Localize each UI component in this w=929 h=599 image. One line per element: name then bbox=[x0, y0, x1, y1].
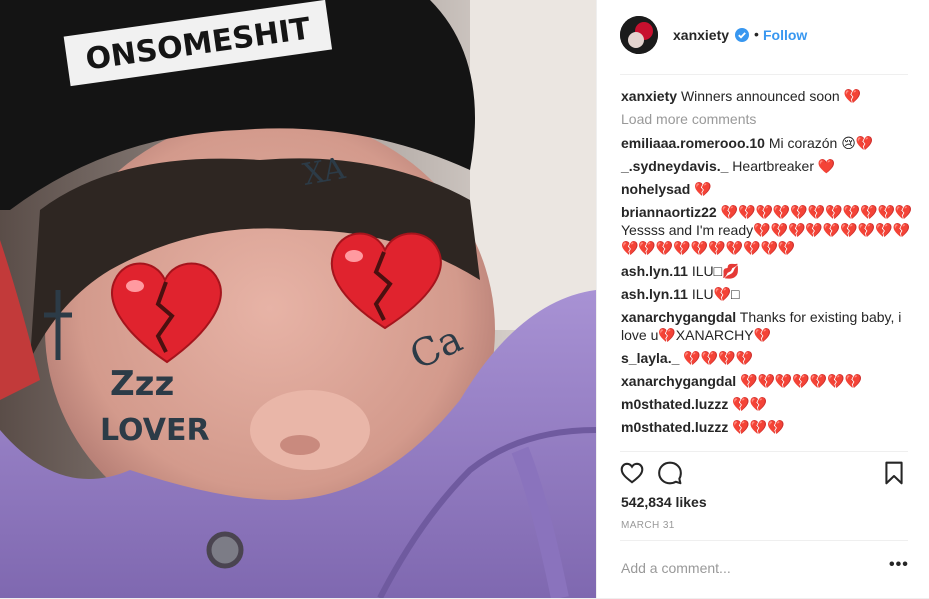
comment-text: ILU💔□ bbox=[691, 286, 740, 302]
comment: m0sthated.luzzz 💔💔 bbox=[621, 395, 913, 413]
comment-username[interactable]: nohelysad bbox=[621, 181, 690, 197]
comment-username[interactable]: _.sydneydavis._ bbox=[621, 158, 728, 174]
comment: ash.lyn.11 ILU💔□ bbox=[621, 285, 913, 303]
caption: xanxiety Winners announced soon 💔 bbox=[621, 87, 913, 105]
svg-text:Zzz: Zzz bbox=[110, 364, 174, 404]
comment: briannaortiz22 💔💔💔💔💔💔💔💔💔💔💔Yessss and I'm… bbox=[621, 203, 913, 257]
comment-username[interactable]: xanarchygangdal bbox=[621, 373, 736, 389]
photo-illustration: ONSOMESHIT XA Zzz LOVER Ca bbox=[0, 0, 596, 598]
header-divider bbox=[620, 74, 908, 75]
post-photo[interactable]: ONSOMESHIT XA Zzz LOVER Ca bbox=[0, 0, 596, 598]
likes-count[interactable]: 542,834 likes bbox=[621, 494, 707, 510]
comment: ash.lyn.11 ILU□💋 bbox=[621, 262, 913, 280]
speech-bubble-icon[interactable] bbox=[657, 460, 683, 486]
actions-divider bbox=[620, 451, 908, 452]
comment: xanarchygangdal 💔💔💔💔💔💔💔 bbox=[621, 372, 913, 390]
comment-username[interactable]: m0sthated.luzzz bbox=[621, 419, 728, 435]
comment-text: 💔💔💔 bbox=[732, 419, 785, 435]
comment: xanarchygangdal Thanks for existing baby… bbox=[621, 308, 913, 344]
comment-divider bbox=[620, 540, 908, 541]
svg-text:XA: XA bbox=[300, 151, 348, 193]
comment: nohelysad 💔 bbox=[621, 180, 913, 198]
caption-text: Winners announced soon 💔 bbox=[680, 88, 862, 104]
comment-text: Heartbreaker ❤️ bbox=[732, 158, 836, 174]
comment-username[interactable]: m0sthated.luzzz bbox=[621, 396, 728, 412]
comment-username[interactable]: ash.lyn.11 bbox=[621, 263, 688, 279]
more-options-icon[interactable]: ••• bbox=[889, 556, 909, 574]
heart-outline-icon[interactable] bbox=[619, 460, 645, 486]
comment-username[interactable]: briannaortiz22 bbox=[621, 204, 717, 220]
header-username[interactable]: xanxiety bbox=[673, 27, 729, 43]
comment-text: 💔💔 bbox=[732, 396, 768, 412]
comment: m0sthated.luzzz 💔💔💔 bbox=[621, 418, 913, 436]
post-header: xanxiety • Follow bbox=[597, 0, 929, 74]
comment-text: 💔 bbox=[694, 181, 712, 197]
bookmark-icon[interactable] bbox=[881, 460, 907, 486]
comment: _.sydneydavis._ Heartbreaker ❤️ bbox=[621, 157, 913, 175]
follow-button[interactable]: Follow bbox=[763, 27, 807, 43]
separator-dot: • bbox=[754, 26, 759, 42]
caption-username[interactable]: xanxiety bbox=[621, 88, 677, 104]
instagram-post: ONSOMESHIT XA Zzz LOVER Ca xanxiety • Fo… bbox=[0, 0, 929, 599]
comment-text: ILU□💋 bbox=[691, 263, 740, 279]
comment-text: Mi corazón 😢💔 bbox=[768, 135, 874, 151]
post-side-panel: xanxiety • Follow xanxiety Winners annou… bbox=[596, 0, 929, 598]
avatar-image bbox=[620, 16, 658, 54]
comments-list: xanxiety Winners announced soon 💔 Load m… bbox=[621, 87, 913, 441]
add-comment-input[interactable] bbox=[621, 558, 861, 578]
comment-username[interactable]: xanarchygangdal bbox=[621, 309, 736, 325]
comment: emiliaaa.romerooo.10 Mi corazón 😢💔 bbox=[621, 134, 913, 152]
comment-username[interactable]: emiliaaa.romerooo.10 bbox=[621, 135, 765, 151]
comment-text: 💔💔💔💔 bbox=[683, 350, 754, 366]
comment-text: 💔💔💔💔💔💔💔 bbox=[740, 373, 863, 389]
comment-username[interactable]: ash.lyn.11 bbox=[621, 286, 688, 302]
comment: s_layla._ 💔💔💔💔 bbox=[621, 349, 913, 367]
svg-text:LOVER: LOVER bbox=[100, 413, 210, 448]
load-more-comments-link[interactable]: Load more comments bbox=[621, 110, 913, 128]
avatar[interactable] bbox=[620, 16, 658, 54]
post-date: MARCH 31 bbox=[621, 520, 675, 531]
verified-badge-icon bbox=[735, 28, 749, 42]
comment-username[interactable]: s_layla._ bbox=[621, 350, 679, 366]
